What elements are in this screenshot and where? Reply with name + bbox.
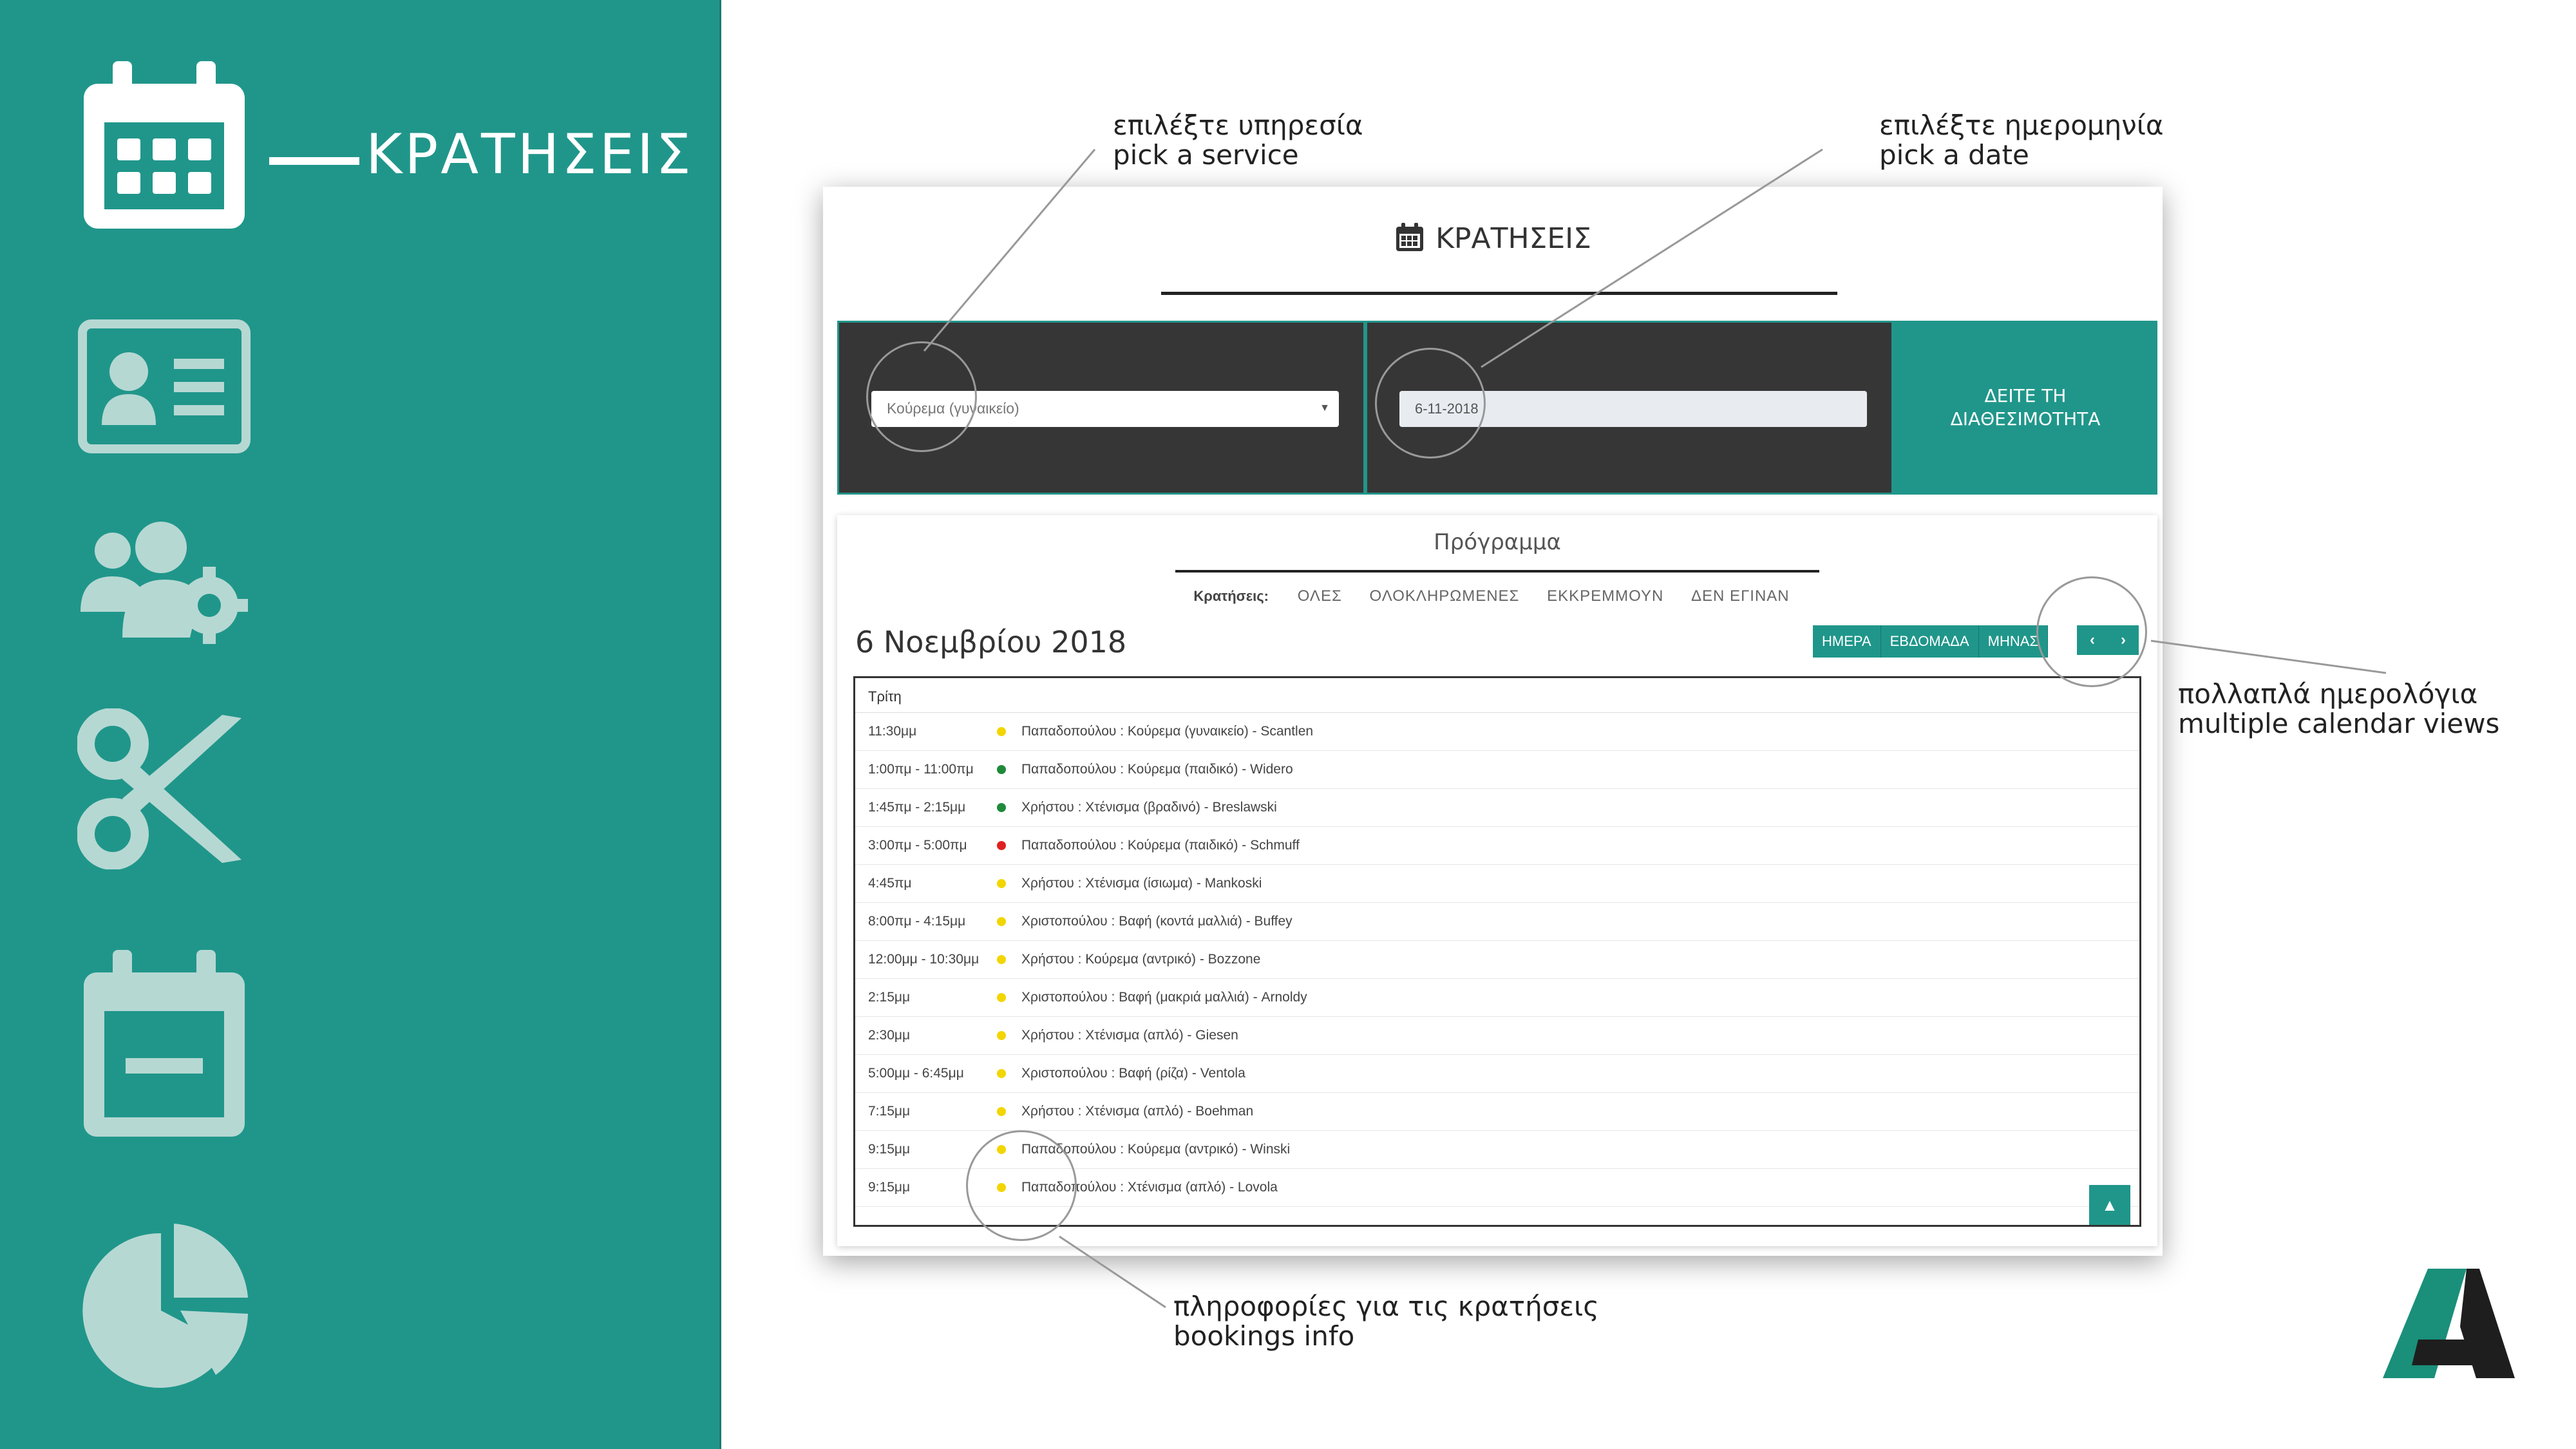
bookings-highlight-circle	[966, 1130, 1077, 1241]
annotation-views-en: multiple calendar views	[2178, 708, 2500, 740]
annotation-service-en: pick a service	[1113, 139, 1299, 171]
brand-logo	[2383, 1269, 2515, 1378]
annotation-bookings-en: bookings info	[1173, 1320, 1355, 1352]
date-highlight-circle	[1375, 348, 1486, 459]
annotation-bookings: πληροφορίες για τις κρατήσεις bookings i…	[1173, 1291, 1599, 1352]
annotation-service: επιλέξτε υπηρεσία pick a service	[1113, 109, 1363, 171]
views-highlight-circle	[2036, 576, 2147, 687]
annotation-service-el: επιλέξτε υπηρεσία	[1113, 109, 1363, 141]
slide: ΚΡΑΤΗΣΕΙΣ ΚΡΑΤΗΣΕΙΣ Κούρεμα (γυναικείο) …	[0, 0, 2576, 1449]
annotation-date: επιλέξτε ημερομηνία pick a date	[1879, 109, 2164, 171]
annotation-date-en: pick a date	[1879, 139, 2029, 171]
annotation-views-el: πολλαπλά ημερολόγια	[2178, 678, 2478, 710]
annotation-bookings-el: πληροφορίες για τις κρατήσεις	[1173, 1291, 1599, 1322]
annotation-date-el: επιλέξτε ημερομηνία	[1879, 109, 2164, 141]
annotation-views: πολλαπλά ημερολόγια multiple calendar vi…	[2178, 679, 2499, 739]
service-highlight-circle	[866, 341, 977, 452]
